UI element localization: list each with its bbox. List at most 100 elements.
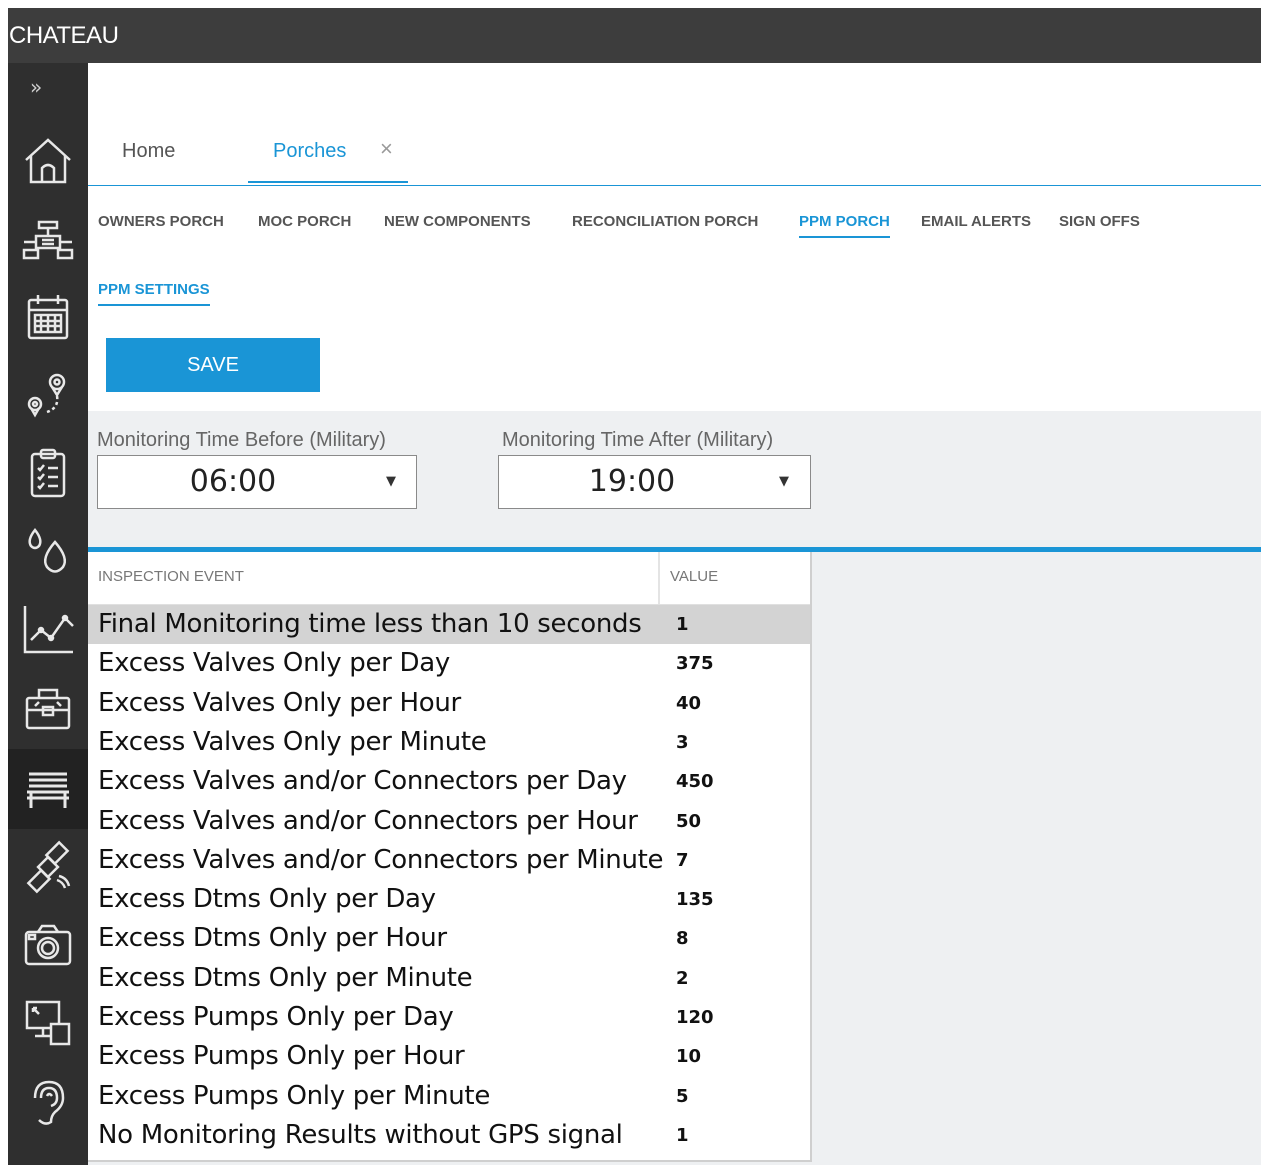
monitoring-after-value: 19:00: [588, 464, 676, 499]
grid-header: INSPECTION EVENT VALUE: [88, 552, 810, 605]
inspection-event-cell: Final Monitoring time less than 10 secon…: [98, 609, 642, 639]
toolbox-icon: [25, 688, 71, 730]
sidebar: »: [8, 63, 88, 1165]
tab-home[interactable]: Home: [122, 141, 175, 181]
route-icon: [27, 373, 66, 418]
subnav-moc-porch[interactable]: MOC PORCH: [258, 213, 351, 230]
tab-porches-label: Porches: [273, 140, 347, 162]
sidebar-item-reports[interactable]: [8, 591, 88, 667]
tab-porches[interactable]: Porches ×: [248, 138, 408, 183]
table-row[interactable]: Excess Valves and/or Connectors per Day 4…: [88, 762, 810, 801]
subnav-sign-offs[interactable]: SIGN OFFS: [1059, 213, 1140, 230]
app-window: CHATEAU » Home Porches × OWNERS PORCH MO…: [8, 8, 1261, 1165]
ear-icon: [33, 1080, 65, 1125]
bench-icon: [27, 772, 69, 808]
sidebar-item-valves[interactable]: [8, 201, 88, 277]
chevron-down-icon: ▼: [779, 474, 789, 489]
column-header-inspection-event[interactable]: INSPECTION EVENT: [98, 568, 244, 585]
inspection-event-cell: Excess Dtms Only per Minute: [98, 962, 473, 993]
value-cell[interactable]: 8: [676, 919, 689, 958]
value-cell[interactable]: 450: [676, 762, 714, 801]
value-cell[interactable]: 1: [676, 605, 689, 644]
subnav-email-alerts[interactable]: EMAIL ALERTS: [921, 213, 1031, 230]
satellite-icon: [26, 840, 71, 894]
screens-icon: [25, 1000, 71, 1046]
sidebar-item-listen[interactable]: [8, 1063, 88, 1139]
inspection-event-cell: Excess Valves and/or Connectors per Day: [98, 766, 627, 797]
table-row[interactable]: Excess Pumps Only per Day 120: [88, 998, 810, 1037]
table-row[interactable]: Excess Valves and/or Connectors per Minu…: [88, 841, 810, 880]
subnav-owners-porch[interactable]: OWNERS PORCH: [98, 213, 224, 230]
subnav-new-components[interactable]: NEW COMPONENTS: [384, 213, 531, 230]
sidebar-item-gps[interactable]: [8, 829, 88, 905]
inspection-event-cell: Excess Valves Only per Minute: [98, 726, 487, 757]
sidebar-item-devices[interactable]: [8, 985, 88, 1061]
value-cell[interactable]: 50: [676, 802, 701, 841]
clipboard-icon: [30, 448, 66, 498]
column-header-value[interactable]: VALUE: [670, 568, 718, 585]
value-cell[interactable]: 7: [676, 841, 689, 880]
sidebar-item-home[interactable]: [8, 123, 88, 199]
main-content: Home Porches × OWNERS PORCH MOC PORCH NE…: [88, 63, 1261, 1165]
settings-panel: Monitoring Time Before (Military) 06:00 …: [88, 411, 1261, 1165]
subnav-ppm-settings[interactable]: PPM SETTINGS: [98, 281, 210, 306]
table-row[interactable]: Excess Valves Only per Hour 40: [88, 684, 810, 723]
monitoring-before-label: Monitoring Time Before (Military): [97, 429, 386, 451]
value-cell[interactable]: 3: [676, 723, 689, 762]
table-row[interactable]: Final Monitoring time less than 10 secon…: [88, 605, 810, 644]
subnav-reconciliation-porch[interactable]: RECONCILIATION PORCH: [572, 213, 758, 230]
table-row[interactable]: Excess Pumps Only per Hour 10: [88, 1037, 810, 1076]
value-cell[interactable]: 375: [676, 644, 714, 683]
sidebar-item-routes[interactable]: [8, 357, 88, 433]
save-button[interactable]: SAVE: [106, 338, 320, 392]
column-divider[interactable]: [658, 552, 660, 604]
value-cell[interactable]: 2: [676, 959, 689, 998]
calendar-icon: [27, 295, 69, 340]
close-tab-icon[interactable]: ×: [380, 138, 393, 160]
sidebar-item-porches[interactable]: [8, 749, 88, 829]
inspection-event-cell: No Monitoring Results without GPS signal: [98, 1119, 623, 1150]
value-cell[interactable]: 1: [676, 1116, 689, 1155]
valve-icon: [22, 220, 74, 260]
table-row[interactable]: No Monitoring Results without GPS signal…: [88, 1116, 810, 1155]
table-row[interactable]: Excess Valves Only per Day 375: [88, 644, 810, 683]
inspection-event-cell: Excess Dtms Only per Day: [98, 884, 436, 915]
table-row[interactable]: Excess Pumps Only per Minute 5: [88, 1077, 810, 1116]
sidebar-item-calendar[interactable]: [8, 279, 88, 355]
table-row[interactable]: Excess Dtms Only per Day 135: [88, 880, 810, 919]
inspection-event-cell: Excess Valves Only per Hour: [98, 687, 461, 718]
sidebar-item-checklist[interactable]: [8, 435, 88, 511]
chevron-down-icon: ▼: [386, 474, 396, 489]
camera-icon: [24, 924, 72, 966]
value-cell[interactable]: 40: [676, 684, 701, 723]
sidebar-item-leaks[interactable]: [8, 513, 88, 589]
value-cell[interactable]: 5: [676, 1077, 689, 1116]
inspection-event-grid: INSPECTION EVENT VALUE Final Monitoring …: [88, 552, 812, 1162]
expand-sidebar-icon[interactable]: »: [30, 75, 42, 99]
home-icon: [25, 138, 71, 184]
title-bar: CHATEAU: [8, 8, 1261, 63]
inspection-event-cell: Excess Pumps Only per Day: [98, 1002, 454, 1032]
monitoring-after-select[interactable]: 19:00 ▼: [498, 455, 811, 509]
document-tabs: Home Porches ×: [88, 138, 1261, 186]
value-cell[interactable]: 135: [676, 880, 714, 919]
monitoring-before-value: 06:00: [189, 464, 277, 499]
inspection-event-cell: Excess Pumps Only per Minute: [98, 1080, 491, 1111]
sidebar-item-toolbox[interactable]: [8, 669, 88, 745]
value-cell[interactable]: 120: [676, 998, 714, 1037]
monitoring-after-label: Monitoring Time After (Military): [502, 429, 774, 451]
table-row[interactable]: Excess Valves and/or Connectors per Hour…: [88, 802, 810, 841]
monitoring-before-select[interactable]: 06:00 ▼: [97, 455, 417, 509]
value-cell[interactable]: 10: [676, 1037, 701, 1076]
table-row[interactable]: Excess Dtms Only per Minute 2: [88, 959, 810, 998]
subnav-ppm-porch[interactable]: PPM PORCH: [799, 213, 890, 238]
inspection-event-cell: Excess Pumps Only per Hour: [98, 1041, 465, 1072]
table-row[interactable]: Excess Dtms Only per Hour 8: [88, 919, 810, 958]
sidebar-item-photos[interactable]: [8, 907, 88, 983]
inspection-event-cell: Excess Valves and/or Connectors per Minu…: [98, 844, 664, 875]
inspection-event-cell: Excess Dtms Only per Hour: [98, 923, 447, 954]
app-title: CHATEAU: [9, 22, 119, 49]
drops-icon: [28, 527, 66, 573]
inspection-event-cell: Excess Valves Only per Day: [98, 648, 450, 679]
table-row[interactable]: Excess Valves Only per Minute 3: [88, 723, 810, 762]
